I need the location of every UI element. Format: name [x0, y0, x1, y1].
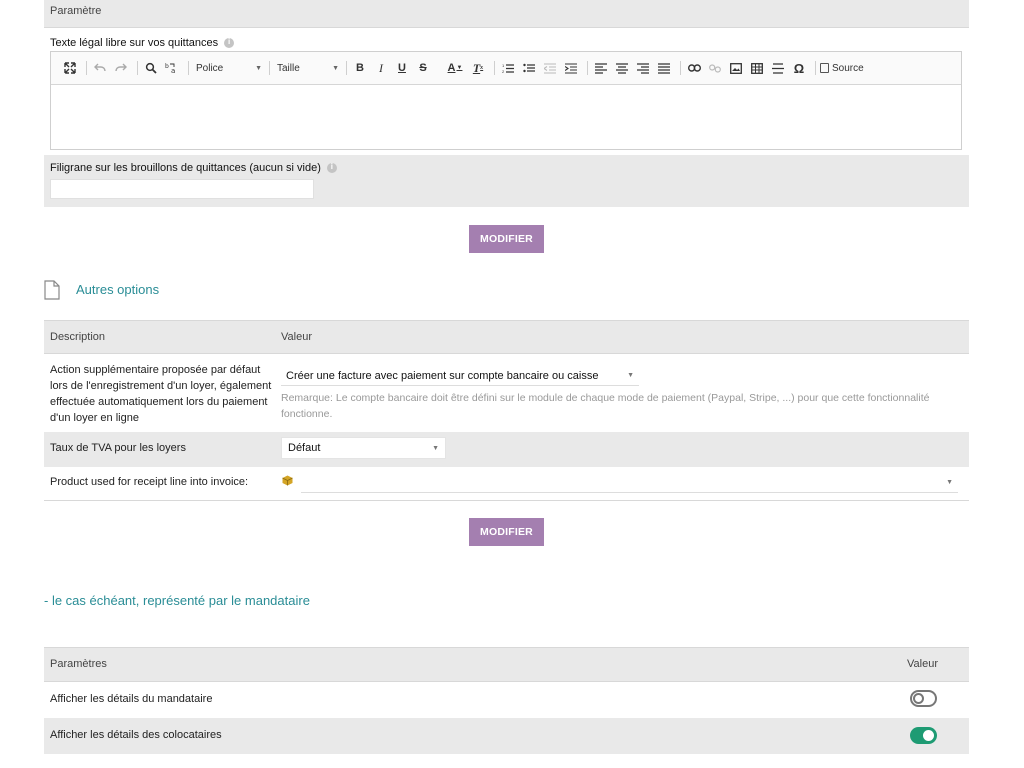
toolbar-separator — [587, 61, 588, 75]
watermark-label-text: Filigrane sur les brouillons de quittanc… — [50, 162, 321, 174]
info-icon[interactable] — [326, 162, 337, 173]
display-params-header — [44, 647, 969, 682]
row-label-product: Product used for receipt line into invoi… — [50, 476, 249, 488]
toggle-show-mandataire[interactable] — [910, 690, 937, 707]
toolbar-separator — [439, 61, 440, 75]
section-title-mandataire: - le cas échéant, représenté par le mand… — [44, 593, 310, 608]
toggle-knob — [923, 730, 934, 741]
col-header-value: Valeur — [281, 331, 312, 343]
product-select[interactable]: ▼ — [301, 473, 958, 493]
document-icon — [44, 280, 60, 303]
svg-text:a: a — [171, 67, 175, 74]
chevron-down-icon: ▼ — [432, 444, 439, 452]
undo-icon[interactable] — [91, 59, 109, 77]
chevron-down-icon: ▼ — [627, 372, 634, 379]
vat-rate-select[interactable]: Défaut ▼ — [281, 437, 446, 459]
outdent-icon[interactable] — [541, 59, 559, 77]
vat-rate-value: Défaut — [288, 442, 321, 454]
toolbar-separator — [86, 61, 87, 75]
bold-button[interactable]: B — [351, 59, 369, 77]
editor-content-area[interactable] — [51, 85, 961, 150]
link-icon[interactable] — [685, 59, 703, 77]
watermark-label: Filigrane sur les brouillons de quittanc… — [50, 162, 337, 174]
align-center-icon[interactable] — [613, 59, 631, 77]
special-char-button[interactable]: Ω — [790, 59, 808, 77]
toolbar-separator — [494, 61, 495, 75]
default-action-select[interactable]: Créer une facture avec paiement sur comp… — [281, 366, 639, 386]
modify-button-options[interactable]: MODIFIER — [469, 518, 544, 546]
source-label: Source — [832, 62, 864, 74]
font-select-label: Police — [196, 62, 224, 74]
toolbar-separator — [680, 61, 681, 75]
svg-text:2: 2 — [502, 69, 505, 74]
italic-button[interactable]: I — [372, 59, 390, 77]
unlink-icon[interactable] — [706, 59, 724, 77]
row-label-default-action: Action supplémentaire proposée par défau… — [50, 364, 272, 424]
bullet-list-icon[interactable] — [520, 59, 538, 77]
toolbar-separator — [137, 61, 138, 75]
chevron-down-icon: ▼ — [332, 64, 339, 72]
find-icon[interactable] — [142, 59, 160, 77]
text-color-button[interactable]: A ▼ — [444, 59, 466, 77]
align-justify-icon[interactable] — [655, 59, 673, 77]
align-left-icon[interactable] — [592, 59, 610, 77]
info-icon[interactable] — [224, 37, 235, 48]
modify-button[interactable]: MODIFIER — [469, 225, 544, 253]
options-table-header — [44, 320, 969, 354]
numbered-list-icon[interactable]: 12 — [499, 59, 517, 77]
chevron-down-icon: ▼ — [255, 64, 262, 72]
redo-icon[interactable] — [112, 59, 130, 77]
product-icon — [282, 475, 293, 489]
legal-text-label-text: Texte légal libre sur vos quittances — [50, 37, 219, 49]
svg-text:b: b — [165, 63, 169, 70]
replace-icon[interactable]: ba — [163, 59, 181, 77]
params-header-label: Paramètre — [50, 5, 102, 17]
remove-format-button[interactable]: Tx — [469, 59, 487, 77]
legal-text-label: Texte légal libre sur vos quittances — [50, 35, 235, 51]
params-table-header: Paramètre — [44, 0, 969, 28]
table-bottom-divider — [44, 500, 969, 501]
underline-button[interactable]: U — [393, 59, 411, 77]
toolbar-separator — [346, 61, 347, 75]
row-label-vat: Taux de TVA pour les loyers — [50, 442, 186, 454]
source-button[interactable]: Source — [820, 63, 864, 74]
toggle-knob — [913, 693, 924, 704]
source-icon — [820, 63, 829, 73]
chevron-down-icon: ▼ — [946, 479, 953, 486]
font-size-select[interactable]: Taille ▼ — [274, 59, 342, 77]
toolbar-separator — [269, 61, 270, 75]
col-header-value: Valeur — [907, 658, 938, 670]
horizontal-rule-icon[interactable] — [769, 59, 787, 77]
maximize-icon[interactable] — [61, 59, 79, 77]
watermark-input[interactable] — [50, 179, 314, 199]
svg-text:1: 1 — [502, 63, 505, 68]
toolbar-separator — [188, 61, 189, 75]
indent-icon[interactable] — [562, 59, 580, 77]
section-title-autres-options: Autres options — [76, 282, 160, 297]
row-label-show-colocataires: Afficher les détails des colocataires — [50, 729, 222, 741]
size-select-label: Taille — [277, 62, 300, 74]
toggle-show-colocataires[interactable] — [910, 727, 937, 744]
editor-toolbar: ba Police ▼ Taille ▼ B I U S A ▼ Tx 12 Ω… — [51, 52, 961, 85]
font-family-select[interactable]: Police ▼ — [193, 59, 265, 77]
row-label-show-mandataire: Afficher les détails du mandataire — [50, 693, 213, 705]
col-header-params: Paramètres — [50, 658, 107, 670]
col-header-description: Description — [50, 331, 106, 343]
legal-text-editor[interactable]: ba Police ▼ Taille ▼ B I U S A ▼ Tx 12 Ω… — [50, 51, 962, 150]
align-right-icon[interactable] — [634, 59, 652, 77]
text-color-label: A — [447, 62, 456, 74]
strikethrough-button[interactable]: S — [414, 59, 432, 77]
default-action-note: Remarque: Le compte bancaire doit être d… — [281, 392, 930, 420]
toolbar-separator — [815, 61, 816, 75]
image-icon[interactable] — [727, 59, 745, 77]
default-action-value: Créer une facture avec paiement sur comp… — [286, 369, 599, 382]
table-icon[interactable] — [748, 59, 766, 77]
